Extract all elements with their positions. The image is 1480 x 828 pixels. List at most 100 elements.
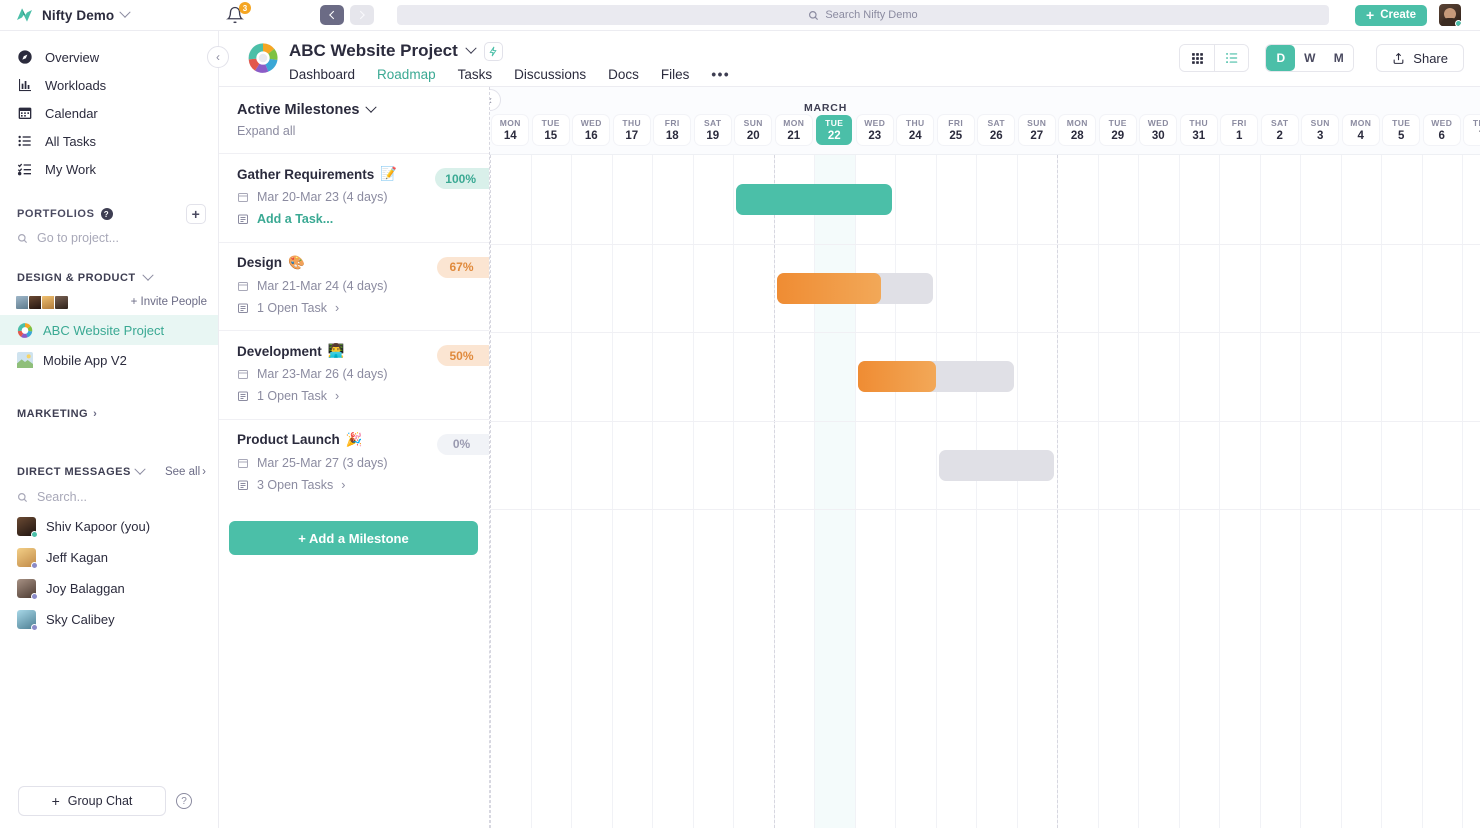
- timeline-day-cell[interactable]: TUE 15: [532, 115, 569, 145]
- help-icon[interactable]: ?: [176, 793, 192, 809]
- grid-view-button[interactable]: [1180, 45, 1215, 71]
- day-number-label: 19: [706, 130, 720, 142]
- timeline-day-cell[interactable]: SUN 27: [1018, 115, 1055, 145]
- milestone-row[interactable]: Design 🎨 Mar 21-Mar 24 (4 days) 1 Open T…: [219, 241, 489, 331]
- timeline-day-cell[interactable]: FRI 18: [654, 115, 691, 145]
- timeline-gridline: [1381, 155, 1382, 828]
- timeline-day-cell[interactable]: SAT 19: [694, 115, 731, 145]
- timeline-day-cell[interactable]: SAT 26: [978, 115, 1015, 145]
- create-button[interactable]: + Create: [1355, 4, 1427, 26]
- zoom-month-button[interactable]: M: [1324, 45, 1354, 71]
- timeline-day-cell[interactable]: TUE 5: [1383, 115, 1420, 145]
- automation-button[interactable]: [483, 41, 503, 61]
- sidebar-project-mobile-app-v2[interactable]: Mobile App V2: [0, 345, 218, 375]
- notifications-button[interactable]: 3: [226, 2, 251, 26]
- timeline-day-cell[interactable]: MON 4: [1342, 115, 1379, 145]
- see-all-dms-link[interactable]: See all ›: [165, 466, 206, 478]
- forward-button[interactable]: [350, 5, 374, 25]
- sidebar-item-my-work[interactable]: My Work: [0, 155, 218, 183]
- timeline-day-cell[interactable]: MON 21: [775, 115, 812, 145]
- add-portfolio-button[interactable]: +: [186, 204, 206, 224]
- add-milestone-button[interactable]: + Add a Milestone: [229, 521, 478, 555]
- sidebar-item-calendar[interactable]: Calendar: [0, 99, 218, 127]
- sidebar-item-all-tasks[interactable]: All Tasks: [0, 127, 218, 155]
- timeline-day-cell[interactable]: THU7: [1464, 115, 1480, 145]
- milestone-tasks-row[interactable]: 3 Open Tasks ›: [237, 478, 489, 492]
- timeline-day-cell[interactable]: TUE 29: [1099, 115, 1136, 145]
- milestone-dates-row: Mar 23-Mar 26 (4 days): [237, 367, 489, 381]
- timeline-day-cell[interactable]: THU 31: [1180, 115, 1217, 145]
- timeline-gridline: [1138, 155, 1139, 828]
- milestone-list-panel: Active Milestones Expand all Gather Requ…: [219, 87, 490, 828]
- timeline-day-cell[interactable]: SAT 2: [1261, 115, 1298, 145]
- sidebar: Overview Workloads Calendar All Tasks My: [0, 31, 219, 828]
- help-icon[interactable]: ?: [100, 208, 113, 220]
- global-search-input[interactable]: Search Nifty Demo: [397, 5, 1329, 25]
- dm-item-jeff-kagan[interactable]: Jeff Kagan: [0, 542, 218, 573]
- checklist-icon: [17, 161, 33, 177]
- status-dot: [31, 531, 38, 538]
- group-header-marketing[interactable]: MARKETING ›: [0, 403, 218, 425]
- timeline-day-cell[interactable]: SUN 3: [1302, 115, 1339, 145]
- timeline-day-cell[interactable]: MON 28: [1059, 115, 1096, 145]
- sidebar-item-workloads[interactable]: Workloads: [0, 71, 218, 99]
- invite-people-link[interactable]: + Invite People: [131, 296, 207, 308]
- timeline-day-cell[interactable]: THU 24: [897, 115, 934, 145]
- chevron-down-icon[interactable]: [465, 42, 477, 54]
- milestone-panel-header: Active Milestones Expand all: [219, 87, 489, 153]
- milestone-tasks-row[interactable]: 1 Open Task ›: [237, 389, 489, 403]
- gantt-bar[interactable]: [938, 449, 1054, 481]
- timeline-day-cell[interactable]: FRI 25: [937, 115, 974, 145]
- share-button[interactable]: Share: [1376, 44, 1464, 72]
- active-milestones-dropdown[interactable]: Active Milestones: [237, 101, 489, 118]
- day-number-label: 27: [1030, 130, 1044, 142]
- avatar: [17, 579, 38, 600]
- zoom-day-button[interactable]: D: [1266, 45, 1296, 71]
- dm-item-shiv-kapoor[interactable]: Shiv Kapoor (you): [0, 511, 218, 542]
- member-avatar[interactable]: [54, 294, 69, 310]
- gantt-bar[interactable]: [736, 184, 892, 215]
- group-chat-button[interactable]: + Group Chat: [18, 786, 166, 816]
- collapse-sidebar-button[interactable]: ‹: [207, 46, 229, 68]
- sidebar-project-abc-website-project[interactable]: ABC Website Project: [0, 315, 218, 345]
- timeline-day-cell[interactable]: MON 14: [492, 115, 529, 145]
- milestone-tasks-row[interactable]: 1 Open Task ›: [237, 301, 489, 315]
- list-view-button[interactable]: [1214, 45, 1249, 71]
- timeline-day-cell[interactable]: SUN 20: [735, 115, 772, 145]
- day-of-week-label: WED: [1431, 118, 1453, 128]
- gantt-bar[interactable]: [776, 272, 933, 304]
- timeline-day-cell[interactable]: THU 17: [613, 115, 650, 145]
- timeline-day-cell[interactable]: TUE 22: [816, 115, 853, 145]
- gantt-bar[interactable]: [857, 361, 1014, 392]
- workspace-switcher[interactable]: Nifty Demo: [0, 5, 190, 25]
- sidebar-item-overview[interactable]: Overview: [0, 43, 218, 71]
- day-of-week-label: SUN: [1310, 118, 1330, 128]
- timeline-scroll-left-button[interactable]: ‹: [490, 89, 501, 111]
- dm-item-joy-balaggan[interactable]: Joy Balaggan: [0, 573, 218, 604]
- go-to-project-input[interactable]: Go to project...: [0, 225, 218, 251]
- milestone-tasks-row[interactable]: Add a Task...: [237, 212, 489, 226]
- timeline-day-cell[interactable]: WED 30: [1140, 115, 1177, 145]
- timeline-row-divider: [490, 420, 1480, 422]
- zoom-week-button[interactable]: W: [1295, 45, 1325, 71]
- project-avatar-icon: [17, 322, 33, 338]
- day-of-week-label: SAT: [1270, 118, 1289, 128]
- calendar-icon: [238, 281, 248, 291]
- today-highlight-column: [814, 155, 855, 828]
- dm-search-input[interactable]: Search...: [0, 483, 218, 511]
- timeline-gridline: [935, 155, 937, 828]
- dm-item-sky-calibey[interactable]: Sky Calibey: [0, 604, 218, 635]
- milestone-row[interactable]: Development 👨‍💻 Mar 23-Mar 26 (4 days) 1…: [219, 330, 489, 419]
- back-button[interactable]: [320, 5, 344, 25]
- day-of-week-label: THU: [622, 118, 642, 128]
- user-avatar[interactable]: [1439, 4, 1461, 26]
- timeline-day-cell[interactable]: WED 16: [573, 115, 610, 145]
- timeline-day-cell[interactable]: FRI 1: [1221, 115, 1258, 145]
- milestone-row[interactable]: Gather Requirements 📝 Mar 20-Mar 23 (4 d…: [219, 153, 489, 242]
- timeline-day-cell[interactable]: WED 6: [1423, 115, 1460, 145]
- timeline-day-cell[interactable]: WED 23: [856, 115, 893, 145]
- group-header-design-product[interactable]: DESIGN & PRODUCT: [0, 267, 218, 289]
- global-topbar: Nifty Demo 3 Search Nifty Demo + Create: [0, 0, 1480, 31]
- milestone-row[interactable]: Product Launch 🎉 Mar 25-Mar 27 (3 days) …: [219, 418, 489, 508]
- expand-all-link[interactable]: Expand all: [237, 124, 489, 138]
